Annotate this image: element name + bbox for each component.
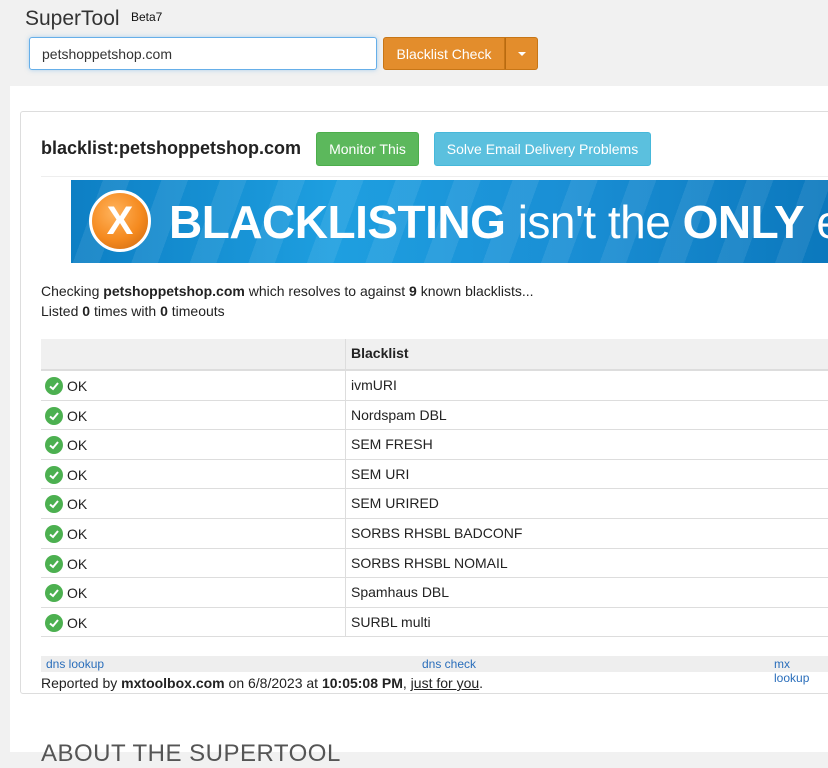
top-bar: SuperTool Beta7 Blacklist Check [0,0,828,86]
check-summary: Checking petshoppetshop.com which resolv… [41,281,534,321]
check-circle-icon [45,436,63,455]
table-row: OK SORBS RHSBL BADCONF [41,518,828,549]
status-text: OK [67,585,88,602]
footer-links-bar: dns lookup dns check mx lookup [41,656,828,685]
status-text: OK [67,496,88,513]
caret-down-icon [517,51,526,56]
blacklist-check-button[interactable]: Blacklist Check [383,37,505,70]
banner-text: BLACKLISTING isn't the ONLY e [169,196,828,248]
monitor-button[interactable]: Monitor This [316,132,419,166]
check-circle-icon [45,377,63,395]
check-circle-icon [45,584,63,603]
solve-delivery-button[interactable]: Solve Email Delivery Problems [434,132,651,166]
table-row: OK ivmURI [41,371,828,401]
table-row: OK SORBS RHSBL NOMAIL [41,548,828,579]
status-text: OK [67,614,88,631]
status-text: OK [67,437,88,454]
checking-line: Checking petshoppetshop.com which resolv… [41,283,534,299]
blacklist-table: Blacklist OK ivmURI OK Nordspam DBL OK SEM … [41,339,828,638]
blacklist-name: SORBS RHSBL NOMAIL [351,554,508,571]
mx-lookup-link[interactable]: mx lookup [774,657,828,685]
status-text: OK [67,466,88,483]
blacklist-name: ivmURI [351,377,397,393]
search-input[interactable] [29,37,377,70]
blacklist-name: SEM URI [351,465,410,482]
table-row: OK SEM URIRED [41,489,828,519]
blacklist-name: SEM FRESH [351,436,433,453]
brand-title: SuperTool [25,7,120,30]
column-header-blacklist: Blacklist [351,345,409,361]
ad-banner[interactable]: X BLACKLISTING isn't the ONLY e [71,180,828,263]
dns-lookup-link[interactable]: dns lookup [46,657,104,671]
blacklist-name: Spamhaus DBL [351,584,450,601]
reported-by-line: Reported by mxtoolbox.com on 6/8/2023 at… [41,675,484,691]
table-row: OK SEM FRESH [41,430,828,460]
check-circle-icon [45,495,63,514]
blacklist-name: SORBS RHSBL BADCONF [351,524,523,541]
table-row: OK SEM URI [41,459,828,490]
status-text: OK [67,378,88,394]
status-text: OK [67,525,88,542]
about-heading: ABOUT THE SUPERTOOL [41,740,341,767]
table-row: OK SURBL multi [41,607,828,638]
just-for-you-link[interactable]: just for you [411,675,479,691]
table-row: OK Spamhaus DBL [41,578,828,608]
blacklist-name: SEM URIRED [351,495,439,512]
divider [41,176,828,177]
dns-check-link[interactable]: dns check [422,657,476,671]
status-text: OK [67,407,88,424]
listed-line: Listed 0 times with 0 timeouts [41,303,225,319]
check-circle-icon [45,406,63,425]
check-circle-icon [45,524,63,543]
check-circle-icon [45,465,63,484]
blacklist-name: SURBL multi [351,613,431,630]
beta-badge: Beta7 [131,10,163,24]
status-text: OK [67,555,88,572]
result-heading: blacklist:petshoppetshop.com [41,138,302,158]
x-icon: X [89,190,151,252]
dropdown-toggle-button[interactable] [505,37,538,70]
table-row: OK Nordspam DBL [41,400,828,431]
check-circle-icon [45,554,63,573]
table-header: Blacklist [41,339,828,371]
check-circle-icon [45,613,63,632]
blacklist-name: Nordspam DBL [351,406,447,423]
